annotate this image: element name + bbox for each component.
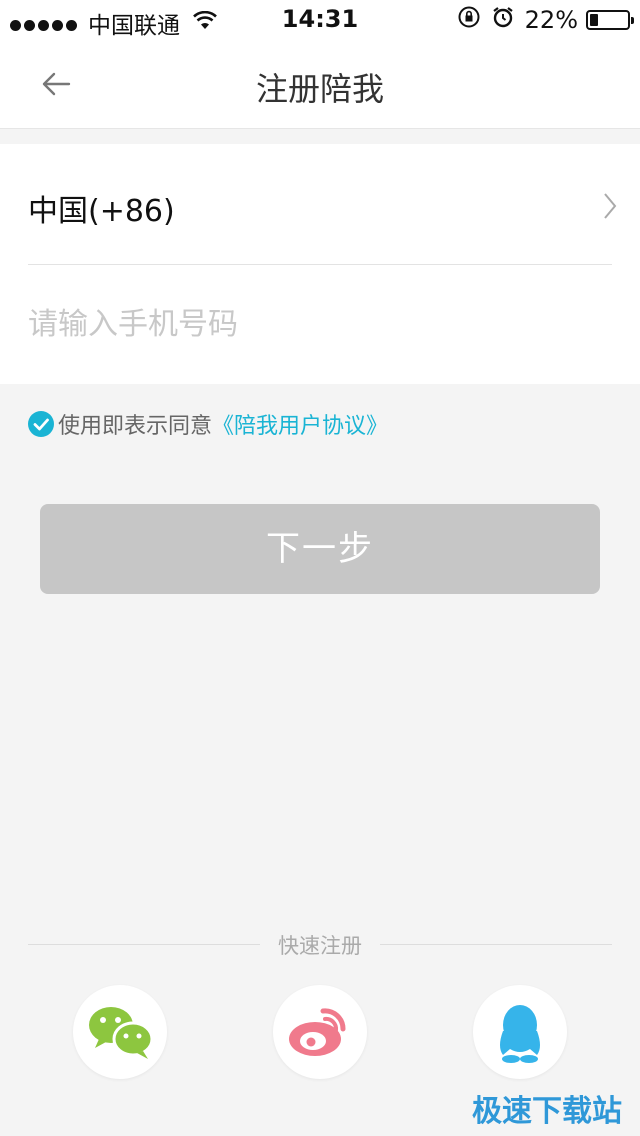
page-title: 注册陪我 [255, 70, 384, 108]
chevron-right-icon [600, 190, 620, 226]
weibo-icon [289, 1008, 346, 1056]
divider-line-right [380, 944, 612, 945]
qq-login-button[interactable] [473, 985, 567, 1079]
status-right: 22% [457, 5, 634, 35]
user-agreement-link[interactable]: 《陪我用户协议》 [212, 408, 388, 440]
agreement-text: 使用即表示同意 [58, 414, 213, 439]
qq-icon [500, 1005, 540, 1063]
nav-bar: 注册陪我 [0, 40, 640, 129]
agreement-row: 使用即表示同意 《陪我用户协议》 [28, 408, 388, 440]
agreement-checkbox[interactable] [28, 411, 54, 437]
rotation-lock-icon [457, 5, 481, 35]
wechat-icon [89, 1007, 154, 1059]
country-code-label: 中国(+86) [28, 194, 175, 229]
status-bar: 中国联通 14:31 22% [0, 0, 640, 40]
battery-icon [586, 10, 634, 30]
alarm-icon [491, 5, 515, 35]
watermark: 极速下载站 [472, 1094, 622, 1129]
battery-percent: 22% [524, 6, 578, 34]
wechat-login-button[interactable] [73, 985, 167, 1079]
country-code-selector[interactable]: 中国(+86) [28, 144, 617, 265]
check-circle-icon [28, 411, 54, 437]
register-form: 中国(+86) [0, 144, 640, 384]
quick-register-label: 快速注册 [278, 934, 362, 958]
phone-number-input[interactable] [28, 268, 608, 380]
weibo-login-button[interactable] [273, 985, 367, 1079]
next-step-button[interactable]: 下一步 [40, 504, 600, 594]
quick-register-divider: 快速注册 [28, 930, 612, 960]
